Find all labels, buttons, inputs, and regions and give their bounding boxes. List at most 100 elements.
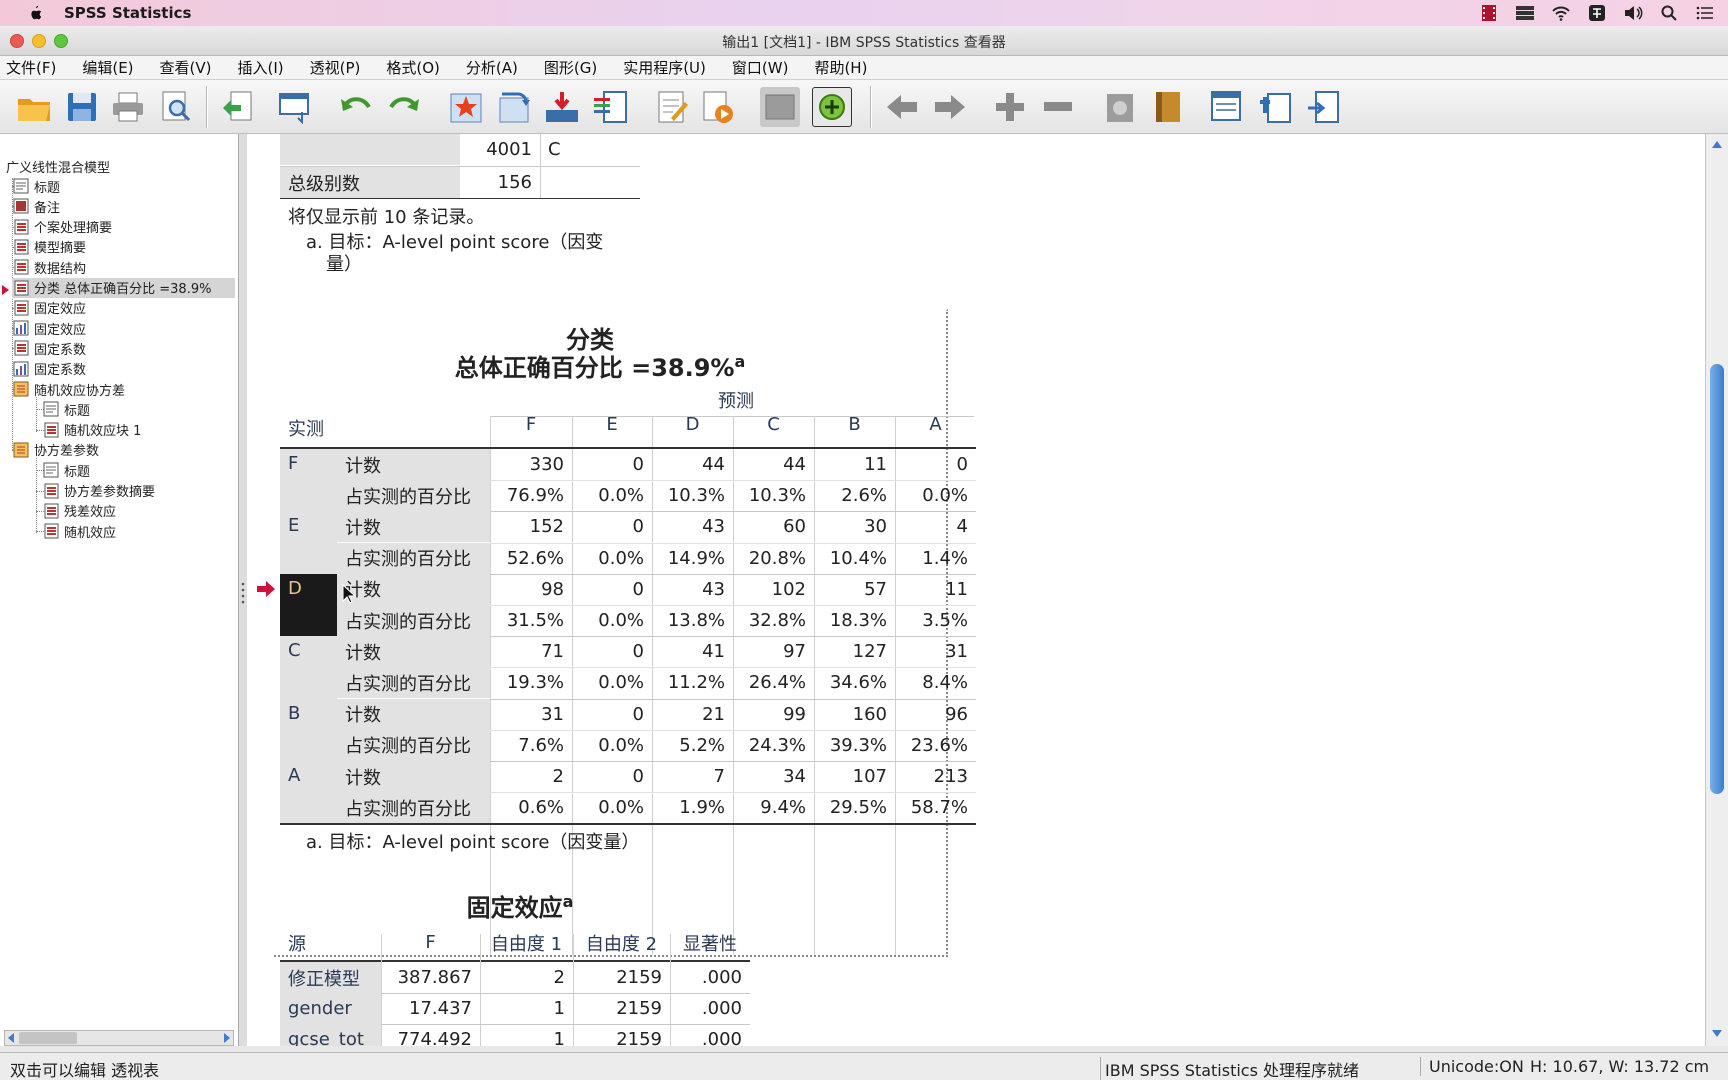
fixed-effects-cell: .000	[701, 998, 742, 1020]
outline-item[interactable]: 固定系数	[12, 338, 86, 358]
outline-item[interactable]: 固定效应	[12, 318, 86, 338]
designated-window-icon[interactable]	[1100, 87, 1140, 127]
menu-analyze[interactable]: 分析(A)	[466, 57, 518, 78]
volume-icon[interactable]	[1622, 3, 1644, 23]
output-content-pane[interactable]: 4001 C 总级别数 156 将仅显示前 10 条记录。 a. 目标：A-level p…	[247, 134, 1705, 1046]
outline-item[interactable]: 残差效应	[42, 501, 116, 521]
count-cell: 152	[529, 516, 564, 538]
outline-item-label: 模型摘要	[34, 241, 87, 257]
observed-row-header-E[interactable]: E	[280, 511, 337, 574]
percent-cell: 31.5%	[506, 610, 564, 631]
recall-dialog-icon[interactable]	[276, 87, 316, 127]
goto-data-icon[interactable]	[446, 87, 486, 127]
apple-icon[interactable]	[26, 4, 44, 22]
outline-root-label: 广义线性混合模型	[6, 160, 111, 176]
outline-item[interactable]: 备注	[12, 196, 60, 216]
vertical-scroll-thumb[interactable]	[1710, 364, 1724, 794]
insert-heading-icon[interactable]	[1206, 87, 1246, 127]
open-icon[interactable]	[14, 87, 54, 127]
horizontal-scrollbar[interactable]	[4, 1030, 234, 1046]
variables-icon[interactable]	[542, 87, 582, 127]
collapse-icon[interactable]	[1038, 87, 1078, 127]
outline-item[interactable]: 标题	[42, 460, 90, 480]
observed-row-header-D[interactable]: D	[280, 573, 337, 637]
outline-item[interactable]: 随机效应	[42, 521, 116, 541]
system-tray	[1478, 3, 1716, 23]
export-icon[interactable]	[218, 87, 258, 127]
outline-item[interactable]: 个案处理摘要	[12, 217, 112, 237]
menu-window[interactable]: 窗口(W)	[732, 57, 789, 78]
percent-cell: 0.0%	[598, 672, 644, 694]
redo-icon[interactable]	[384, 87, 424, 127]
next-icon[interactable]	[930, 87, 970, 127]
outline-item[interactable]: 固定系数	[12, 359, 86, 379]
observed-row-header-C[interactable]: C	[280, 636, 337, 699]
outline-item[interactable]: 随机效应协方差	[12, 379, 125, 399]
percent-cell: 0.0%	[598, 485, 644, 507]
percent-cell: 11.2%	[667, 672, 725, 694]
outline-item[interactable]: 标题	[42, 399, 90, 419]
app-name[interactable]: SPSS Statistics	[64, 4, 191, 22]
fixed-effects-cell: 2159	[616, 1029, 662, 1046]
outline-item[interactable]: 固定效应	[12, 298, 86, 318]
previous-icon[interactable]	[882, 87, 922, 127]
menu-help[interactable]: 帮助(H)	[814, 57, 867, 78]
film-icon[interactable]	[1478, 3, 1500, 23]
hide-icon[interactable]	[760, 87, 800, 127]
outline-item[interactable]: 随机效应块 1	[42, 420, 141, 440]
menu-view[interactable]: 查看(V)	[160, 57, 212, 78]
outline-item[interactable]: 模型摘要	[12, 237, 86, 257]
count-cell: 0	[632, 578, 644, 600]
top-footnote-line2: 量）	[326, 254, 362, 275]
wifi-icon[interactable]	[1550, 3, 1572, 23]
menu-edit[interactable]: 编辑(E)	[82, 57, 133, 78]
show-icon[interactable]	[812, 87, 852, 127]
outline-root[interactable]: 广义线性混合模型	[6, 156, 110, 176]
expand-icon[interactable]	[990, 87, 1030, 127]
insert-text-icon[interactable]	[1304, 87, 1344, 127]
undo-icon[interactable]	[336, 87, 376, 127]
percent-cell: 0.6%	[518, 797, 564, 819]
observed-row-header-B[interactable]: B	[280, 698, 337, 761]
book-icon[interactable]	[1148, 87, 1188, 127]
stack-icon[interactable]	[1514, 3, 1536, 23]
print-icon[interactable]	[108, 87, 148, 127]
insert-title-icon[interactable]	[1256, 87, 1296, 127]
observed-row-header-F[interactable]: F	[280, 449, 337, 512]
notification-list-icon[interactable]	[1694, 3, 1716, 23]
table-icon	[44, 483, 59, 498]
outline-pane[interactable]: 广义线性混合模型 标题 备注 个案处理摘要 模型摘要 数据结构 分类 总体正确百分比 =3…	[0, 134, 239, 1046]
book-icon	[13, 381, 29, 397]
script-icon[interactable]	[698, 87, 738, 127]
outline-item[interactable]: 分类 总体正确百分比 =38.9%	[12, 277, 235, 298]
menu-graphs[interactable]: 图形(G)	[544, 57, 597, 78]
menu-format[interactable]: 格式(O)	[386, 57, 440, 78]
title-icon	[43, 401, 59, 417]
menu-insert[interactable]: 插入(I)	[238, 57, 284, 78]
search-icon[interactable]	[1658, 3, 1680, 23]
menu-pivot[interactable]: 透视(P)	[310, 57, 361, 78]
percent-cell: 14.9%	[667, 547, 725, 569]
table-icon	[44, 422, 59, 438]
outline-item[interactable]: 标题	[12, 176, 60, 196]
goto-case-icon[interactable]	[494, 87, 534, 127]
menu-file[interactable]: 文件(F)	[6, 57, 56, 78]
horizontal-scroll-thumb[interactable]	[19, 1032, 77, 1044]
observed-header: 实测	[288, 418, 324, 440]
percent-cell: 1.4%	[922, 547, 968, 569]
pane-splitter[interactable]	[239, 134, 247, 1046]
print-preview-icon[interactable]	[156, 87, 196, 127]
outline-item[interactable]: 协方差参数摘要	[42, 481, 155, 501]
observed-row-header-A[interactable]: A	[280, 761, 337, 824]
use-sets-icon[interactable]	[590, 87, 630, 127]
input-method-icon[interactable]	[1586, 3, 1608, 23]
menu-utilities[interactable]: 实用程序(U)	[623, 57, 706, 78]
outline-item[interactable]: 协方差参数	[12, 440, 99, 460]
outline-item[interactable]: 数据结构	[12, 257, 86, 277]
vertical-scrollbar[interactable]	[1705, 134, 1728, 1046]
status-unicode: Unicode:ON	[1420, 1057, 1524, 1076]
count-cell: 21	[702, 703, 725, 725]
save-icon[interactable]	[62, 87, 102, 127]
count-cell: 2	[552, 766, 564, 787]
edit-icon[interactable]	[652, 87, 692, 127]
